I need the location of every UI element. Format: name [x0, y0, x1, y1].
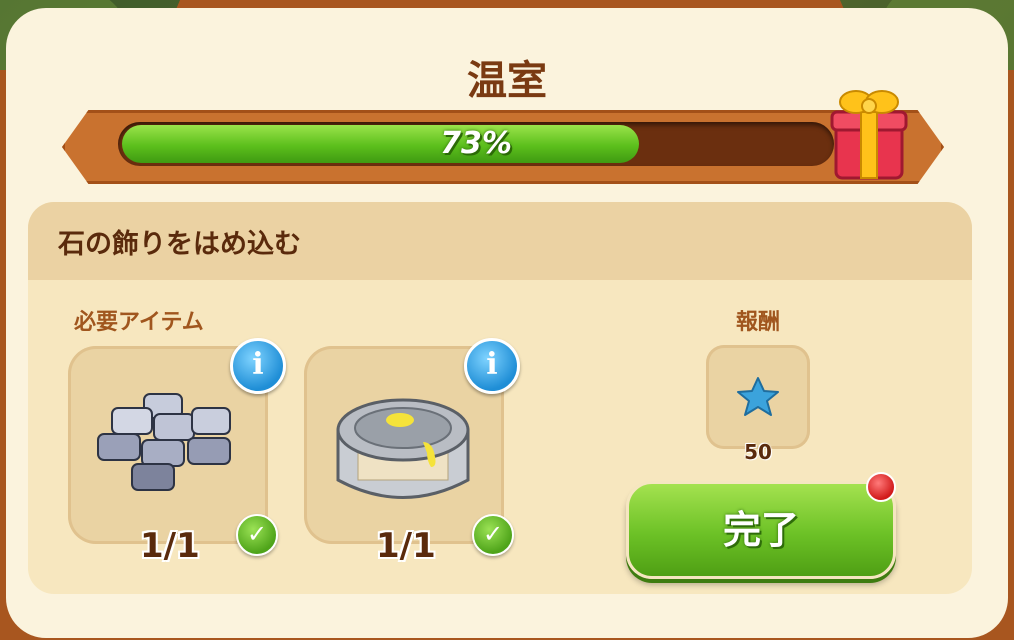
- item-count: 1/1: [140, 526, 200, 566]
- item-info-button[interactable]: i: [230, 338, 286, 394]
- reward-slot: [706, 345, 810, 449]
- blue-star-icon: [737, 377, 779, 416]
- checkmark-icon: ✓: [472, 514, 514, 556]
- complete-button[interactable]: 完了: [626, 481, 896, 579]
- notification-dot: [866, 472, 896, 502]
- paint-can-icon: [336, 398, 470, 499]
- reward-amount: 50: [744, 440, 772, 464]
- item-count: 1/1: [376, 526, 436, 566]
- stone-tiles-icon: [97, 393, 231, 491]
- required-items-label: 必要アイテム: [74, 310, 204, 335]
- gift-box-icon[interactable]: [828, 82, 910, 182]
- item-info-button[interactable]: i: [464, 338, 520, 394]
- task-title: 石の飾りをはめ込む: [58, 229, 301, 260]
- checkmark-icon: ✓: [236, 514, 278, 556]
- progress-percent: 73%: [440, 126, 512, 161]
- reward-label: 報酬: [735, 310, 780, 335]
